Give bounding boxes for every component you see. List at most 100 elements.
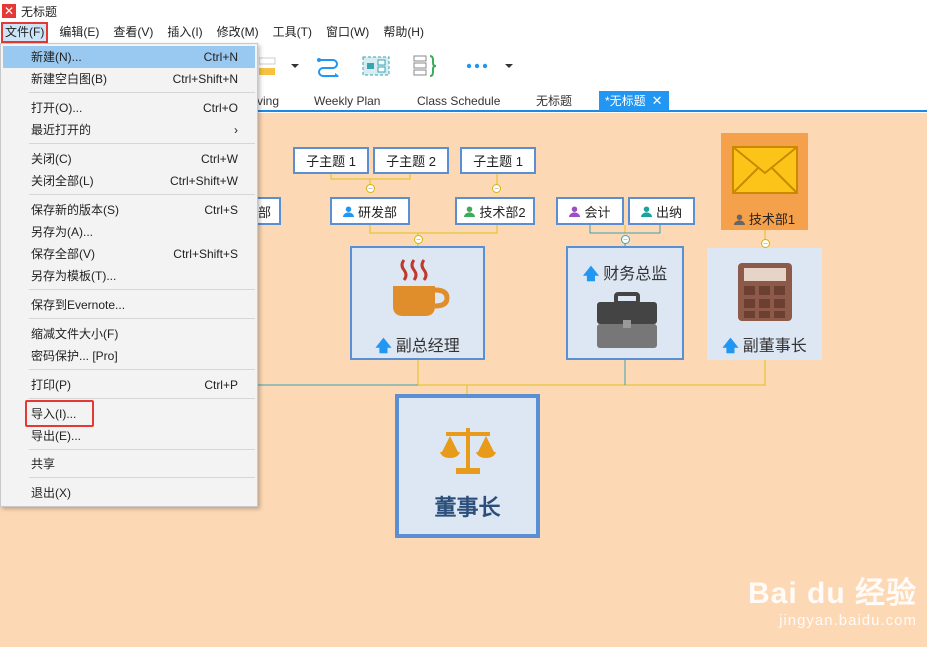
menu-item-label: 最近打开的 [31,123,92,137]
department-label: 技术部2 [479,204,526,220]
tab-active-label: *无标题 [605,94,646,108]
menu-save-version[interactable]: 保存新的版本(S) Ctrl+S [3,199,255,221]
menu-modify[interactable]: 修改(M) [210,22,266,43]
briefcase-icon [597,292,657,348]
menu-item-shortcut: Ctrl+Shift+N [172,72,238,86]
menu-save-as[interactable]: 另存为(A)... [3,221,255,243]
menu-separator [29,289,255,290]
menu-insert[interactable]: 插入(I) [160,22,209,43]
menu-exit[interactable]: 退出(X) [3,482,255,504]
tab-partial[interactable]: ving [257,91,279,111]
menu-save-all[interactable]: 保存全部(V) Ctrl+Shift+S [3,243,255,265]
collapse-toggle[interactable]: − [492,184,501,193]
department-node-tech1[interactable]: 技术部1 [721,133,808,230]
menu-export[interactable]: 导出(E)... [3,425,255,447]
relationship-icon[interactable] [314,53,342,79]
menu-separator [29,318,255,319]
menu-item-shortcut: Ctrl+Shift+S [173,247,238,261]
collapse-toggle[interactable]: − [621,235,630,244]
collapse-toggle[interactable]: − [366,184,375,193]
tab-weekly-plan[interactable]: Weekly Plan [314,91,380,111]
deputy-gm-node[interactable]: 🡅 副总经理 [350,246,485,360]
subtopic-node[interactable]: 子主题 2 [373,147,449,174]
finance-director-node[interactable]: 🡅 财务总监 [566,246,684,360]
department-label: 技术部1 [748,212,796,227]
department-label: 会计 [584,204,611,220]
menu-item-label: 密码保护... [Pro] [31,349,118,363]
tab-class-schedule[interactable]: Class Schedule [417,91,500,111]
menu-recent[interactable]: 最近打开的 › [3,119,255,141]
menu-item-label: 退出(X) [31,486,71,500]
app-logo-icon: ✕ [2,4,16,18]
chevron-down-icon[interactable] [502,53,516,79]
import-highlight-box [25,400,94,427]
tab-untitled-active[interactable]: *无标题 ✕ [599,91,669,111]
menu-close-all[interactable]: 关闭全部(L) Ctrl+Shift+W [3,170,255,192]
department-node[interactable]: 部 [256,197,281,225]
summary-icon[interactable] [412,53,440,79]
baidu-watermark: Bai du 经验 jingyan.baidu.com [748,568,917,629]
menu-separator [29,369,255,370]
submenu-arrow-icon: › [234,123,238,137]
collapse-toggle[interactable]: − [761,239,770,248]
menu-share[interactable]: 共享 [3,453,255,475]
menu-separator [29,143,255,144]
menu-save-evernote[interactable]: 保存到Evernote... [3,294,255,316]
menu-item-label: 另存为(A)... [31,225,93,239]
title-bar: ✕ 无标题 [0,0,927,22]
chevron-down-icon[interactable] [288,53,302,79]
department-label-wrap: 技术部1 [721,209,808,228]
deputy-gm-label-wrap: 🡅 副总经理 [352,332,483,362]
menu-view[interactable]: 查看(V) [106,22,160,43]
watermark-brand: Bai du 经验 [747,577,917,610]
menu-item-shortcut: Ctrl+N [203,50,238,64]
department-label: 研发部 [357,204,397,220]
menu-close[interactable]: 关闭(C) Ctrl+W [3,148,255,170]
menu-item-label: 打印(P) [31,378,71,392]
subtopic-node[interactable]: 子主题 1 [293,147,369,174]
department-node-cashier[interactable]: 出纳 [628,197,695,225]
menu-separator [29,194,255,195]
deputy-gm-label: 副总经理 [395,338,460,355]
menu-password[interactable]: 密码保护... [Pro] [3,345,255,367]
close-icon[interactable]: ✕ [652,93,663,108]
envelope-icon [732,146,798,194]
department-node-accountant[interactable]: 会计 [556,197,624,225]
watermark-url: jingyan.baidu.com [779,612,917,629]
menu-edit[interactable]: 编辑(E) [52,22,106,43]
menu-item-label: 保存到Evernote... [31,298,126,312]
menu-item-label: 打开(O)... [31,101,83,115]
person-icon [464,205,476,217]
menu-help[interactable]: 帮助(H) [376,22,431,43]
calculator-icon [738,263,792,321]
boundary-icon[interactable] [362,53,390,79]
arrow-up-icon: 🡅 [582,266,600,283]
department-node-tech2[interactable]: 技术部2 [455,197,535,225]
menu-window[interactable]: 窗口(W) [319,22,376,43]
more-icon[interactable] [464,53,490,79]
menu-separator [29,398,255,399]
vice-chairman-label: 副董事长 [742,338,807,355]
collapse-toggle[interactable]: − [414,235,423,244]
menu-tools[interactable]: 工具(T) [266,22,319,43]
menu-save-template[interactable]: 另存为模板(T)... [3,265,255,287]
menu-print[interactable]: 打印(P) Ctrl+P [3,374,255,396]
topic-style-icon[interactable] [258,53,278,79]
menu-new[interactable]: 新建(N)... Ctrl+N [3,46,255,68]
tab-untitled[interactable]: 无标题 [536,91,572,111]
menu-file[interactable]: 文件(F) [1,22,49,43]
department-node-rd[interactable]: 研发部 [330,197,410,225]
central-topic-chairman[interactable]: 董事长 [395,394,540,538]
menu-open[interactable]: 打开(O)... Ctrl+O [3,97,255,119]
menu-item-label: 关闭全部(L) [31,174,94,188]
menu-item-label: 另存为模板(T)... [31,269,117,283]
menu-item-shortcut: Ctrl+O [202,101,238,115]
menu-new-blank[interactable]: 新建空白图(B) Ctrl+Shift+N [3,68,255,90]
menu-item-label: 共享 [31,457,56,471]
subtopic-node[interactable]: 子主题 1 [460,147,536,174]
menu-reduce-size[interactable]: 缩减文件大小(F) [3,323,255,345]
vice-chairman-node[interactable]: 🡅 副董事长 [707,248,822,360]
menu-item-label: 保存新的版本(S) [31,203,119,217]
person-icon [733,214,745,225]
department-label: 出纳 [655,204,682,220]
